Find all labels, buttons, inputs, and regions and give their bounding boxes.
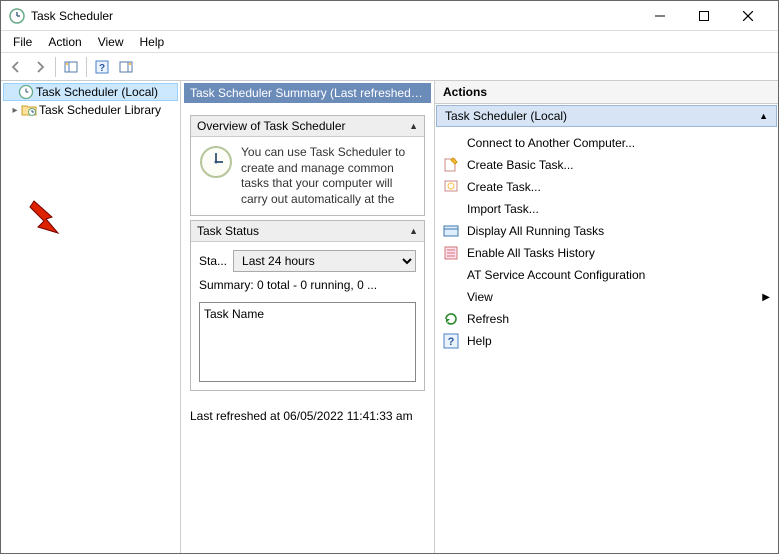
summary-header: Task Scheduler Summary (Last refreshed: … — [184, 83, 431, 103]
maximize-button[interactable] — [682, 2, 726, 30]
tree-library-label: Task Scheduler Library — [39, 103, 161, 117]
overview-header[interactable]: Overview of Task Scheduler ▲ — [191, 116, 424, 137]
action-label: Display All Running Tasks — [467, 224, 604, 238]
status-period-select[interactable]: Last 24 hours — [233, 250, 416, 272]
action-connect[interactable]: Connect to Another Computer... — [437, 132, 776, 154]
last-refreshed-text: Last refreshed at 06/05/2022 11:41:33 am — [184, 401, 431, 431]
task-status-title: Task Status — [197, 224, 259, 238]
task-name-column-header: Task Name — [204, 307, 264, 321]
status-summary: Summary: 0 total - 0 running, 0 ... — [199, 278, 416, 292]
summary-pane: Task Scheduler Summary (Last refreshed: … — [181, 81, 435, 553]
history-icon — [443, 245, 459, 261]
chevron-up-icon: ▲ — [409, 226, 418, 236]
blank-icon — [443, 289, 459, 305]
toolbar-separator — [55, 57, 56, 77]
task-status-group: Task Status ▲ Sta... Last 24 hours Summa… — [190, 220, 425, 391]
titlebar: Task Scheduler — [1, 1, 778, 31]
action-import-task[interactable]: Import Task... — [437, 198, 776, 220]
running-tasks-icon — [443, 223, 459, 239]
chevron-up-icon: ▲ — [759, 111, 768, 121]
status-label: Sta... — [199, 254, 227, 268]
action-label: Create Task... — [467, 180, 541, 194]
menu-file[interactable]: File — [5, 33, 40, 51]
action-create-basic-task[interactable]: Create Basic Task... — [437, 154, 776, 176]
toolbar: ? — [1, 53, 778, 81]
action-label: Import Task... — [467, 202, 539, 216]
blank-icon — [443, 267, 459, 283]
task-name-list[interactable]: Task Name — [199, 302, 416, 382]
menu-action[interactable]: Action — [40, 33, 89, 51]
close-button[interactable] — [726, 2, 770, 30]
svg-text:?: ? — [448, 336, 455, 348]
wizard-icon — [443, 157, 459, 173]
chevron-up-icon: ▲ — [409, 121, 418, 131]
forward-button[interactable] — [29, 56, 51, 78]
menubar: File Action View Help — [1, 31, 778, 53]
action-label: Enable All Tasks History — [467, 246, 595, 260]
help-icon: ? — [443, 333, 459, 349]
action-label: AT Service Account Configuration — [467, 268, 645, 282]
action-refresh[interactable]: Refresh — [437, 308, 776, 330]
actions-list: Connect to Another Computer... Create Ba… — [435, 128, 778, 356]
refresh-icon — [443, 311, 459, 327]
actions-subheader[interactable]: Task Scheduler (Local) ▲ — [436, 105, 777, 127]
actions-header: Actions — [435, 81, 778, 104]
blank-icon — [443, 201, 459, 217]
action-create-task[interactable]: Create Task... — [437, 176, 776, 198]
action-label: Create Basic Task... — [467, 158, 574, 172]
svg-text:?: ? — [99, 63, 105, 74]
action-help[interactable]: ? Help — [437, 330, 776, 352]
show-hide-action-pane-button[interactable] — [115, 56, 137, 78]
overview-title: Overview of Task Scheduler — [197, 119, 346, 133]
content-area: Task Scheduler (Local) ▸ Task Scheduler … — [1, 81, 778, 553]
action-at-service[interactable]: AT Service Account Configuration — [437, 264, 776, 286]
blank-icon — [443, 135, 459, 151]
action-view[interactable]: View ▶ — [437, 286, 776, 308]
action-label: Refresh — [467, 312, 509, 326]
action-label: Help — [467, 334, 492, 348]
window-title: Task Scheduler — [31, 9, 638, 23]
task-status-header[interactable]: Task Status ▲ — [191, 221, 424, 242]
overview-text: You can use Task Scheduler to create and… — [241, 145, 416, 207]
tree-library-node[interactable]: ▸ Task Scheduler Library — [3, 101, 178, 119]
action-enable-history[interactable]: Enable All Tasks History — [437, 242, 776, 264]
menu-help[interactable]: Help — [132, 33, 173, 51]
action-label: Connect to Another Computer... — [467, 136, 635, 150]
task-icon — [443, 179, 459, 195]
action-display-running[interactable]: Display All Running Tasks — [437, 220, 776, 242]
clock-icon — [199, 145, 233, 179]
tree-pane: Task Scheduler (Local) ▸ Task Scheduler … — [1, 81, 181, 553]
annotation-arrow-icon — [28, 197, 72, 237]
toolbar-separator — [86, 57, 87, 77]
show-hide-tree-button[interactable] — [60, 56, 82, 78]
action-label: View — [467, 290, 493, 304]
actions-pane: Actions Task Scheduler (Local) ▲ Connect… — [435, 81, 778, 553]
menu-view[interactable]: View — [90, 33, 132, 51]
tree-root-node[interactable]: Task Scheduler (Local) — [3, 83, 178, 101]
help-button[interactable]: ? — [91, 56, 113, 78]
clock-icon — [18, 84, 34, 100]
tree-root-label: Task Scheduler (Local) — [36, 85, 158, 99]
chevron-right-icon: ▶ — [762, 292, 770, 303]
clock-icon — [9, 8, 25, 24]
minimize-button[interactable] — [638, 2, 682, 30]
overview-group: Overview of Task Scheduler ▲ You can use… — [190, 115, 425, 216]
chevron-right-icon[interactable]: ▸ — [9, 105, 21, 116]
back-button[interactable] — [5, 56, 27, 78]
actions-subheader-label: Task Scheduler (Local) — [445, 109, 567, 123]
folder-clock-icon — [21, 102, 37, 118]
